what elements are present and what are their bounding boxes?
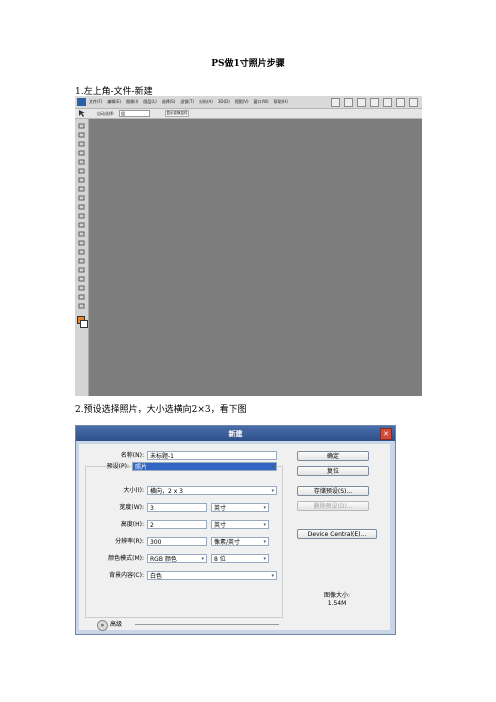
menu-filter[interactable]: 滤镜(T) bbox=[180, 98, 194, 106]
ps-top-right-icons bbox=[331, 98, 418, 107]
view-extras-icon[interactable] bbox=[344, 98, 353, 107]
menu-image[interactable]: 图像(I) bbox=[126, 98, 138, 106]
device-central-button[interactable]: Device Central(E)... bbox=[297, 529, 377, 539]
quick-select-tool-icon[interactable] bbox=[78, 150, 85, 156]
menu-help[interactable]: 帮助(H) bbox=[274, 98, 288, 106]
launch-bridge-icon[interactable] bbox=[331, 98, 340, 107]
color-mode-select[interactable]: RGB 颜色 bbox=[147, 554, 207, 564]
healing-brush-tool-icon[interactable] bbox=[78, 177, 85, 183]
dialog-body: 名称(N): 未标题-1 预设(P): 照片 大小(I): 横向，2 x 3 宽… bbox=[79, 444, 390, 631]
ps-canvas-area[interactable] bbox=[89, 119, 422, 396]
ps-toolbox bbox=[75, 119, 89, 396]
preset-label: 预设(P): bbox=[106, 463, 129, 470]
image-size-value: 1.54M bbox=[327, 600, 347, 607]
ps-logo-icon bbox=[77, 98, 86, 106]
step-2-text: 2.预设选择照片，大小选横向2×3，看下图 bbox=[75, 405, 247, 415]
menu-3d[interactable]: 3D(D) bbox=[218, 98, 230, 106]
height-unit-select[interactable]: 英寸 bbox=[211, 520, 269, 530]
auto-select-label: 自动选择: bbox=[97, 111, 115, 116]
ok-button[interactable]: 确定 bbox=[297, 451, 369, 461]
close-icon[interactable]: ✕ bbox=[380, 428, 392, 440]
ps-menu-bar: 文件(F) 编辑(E) 图像(I) 图层(L) 选择(S) 滤镜(T) 分析(A… bbox=[75, 96, 422, 109]
gradient-tool-icon[interactable] bbox=[78, 222, 85, 228]
name-label: 名称(N): bbox=[120, 452, 144, 459]
advanced-label: 高级 bbox=[110, 621, 123, 628]
ps-menu-list: 文件(F) 编辑(E) 图像(I) 图层(L) 选择(S) 滤镜(T) 分析(A… bbox=[89, 98, 288, 106]
height-input[interactable]: 2 bbox=[147, 520, 207, 529]
resolution-label: 分辨率(R): bbox=[115, 538, 144, 545]
type-tool-icon[interactable] bbox=[78, 258, 85, 264]
menu-edit[interactable]: 编辑(E) bbox=[107, 98, 121, 106]
move-tool-icon[interactable] bbox=[78, 123, 85, 129]
size-label: 大小(I): bbox=[123, 487, 144, 494]
height-label: 高度(H): bbox=[120, 521, 144, 528]
image-size-label: 图像大小: bbox=[323, 592, 351, 599]
background-color-swatch[interactable] bbox=[80, 320, 88, 328]
auto-select-dropdown[interactable]: 组 bbox=[119, 110, 150, 117]
ps-options-bar: 自动选择: 组 显示变换控件 bbox=[75, 109, 422, 119]
name-input[interactable]: 未标题-1 bbox=[147, 451, 277, 460]
advanced-divider bbox=[135, 624, 279, 625]
menu-layer[interactable]: 图层(L) bbox=[143, 98, 156, 106]
crop-tool-icon[interactable] bbox=[78, 159, 85, 165]
bit-depth-select[interactable]: 8 位 bbox=[211, 554, 269, 564]
photoshop-screenshot: 文件(F) 编辑(E) 图像(I) 图层(L) 选择(S) 滤镜(T) 分析(A… bbox=[75, 96, 422, 396]
move-tool-preset-icon[interactable] bbox=[78, 110, 85, 117]
blur-tool-icon[interactable] bbox=[78, 231, 85, 237]
lasso-tool-icon[interactable] bbox=[78, 141, 85, 147]
pen-tool-icon[interactable] bbox=[78, 249, 85, 255]
background-contents-select[interactable]: 白色 bbox=[147, 571, 277, 581]
width-label: 宽度(W): bbox=[119, 504, 144, 511]
size-select[interactable]: 横向，2 x 3 bbox=[147, 486, 277, 496]
zoom-tool-icon[interactable] bbox=[78, 303, 85, 309]
document-title: PS做1寸照片步骤 bbox=[211, 59, 285, 69]
width-input[interactable]: 3 bbox=[147, 503, 207, 512]
resolution-unit-select[interactable]: 像素/英寸 bbox=[211, 537, 269, 547]
save-preset-button[interactable]: 存储预设(S)... bbox=[297, 486, 369, 496]
menu-view[interactable]: 视图(V) bbox=[235, 98, 249, 106]
dialog-titlebar: 新建 ✕ bbox=[76, 426, 395, 441]
new-document-dialog: 新建 ✕ 名称(N): 未标题-1 预设(P): 照片 大小(I): 横向，2 … bbox=[75, 425, 396, 635]
menu-window[interactable]: 窗口(W) bbox=[254, 98, 269, 106]
resolution-input[interactable]: 300 bbox=[147, 537, 207, 546]
rotate-view-icon[interactable] bbox=[383, 98, 392, 107]
clone-stamp-tool-icon[interactable] bbox=[78, 195, 85, 201]
hand-tool-icon[interactable] bbox=[78, 294, 85, 300]
eyedropper-tool-icon[interactable] bbox=[78, 168, 85, 174]
marquee-tool-icon[interactable] bbox=[78, 132, 85, 138]
reset-button[interactable]: 复位 bbox=[297, 466, 369, 476]
dodge-tool-icon[interactable] bbox=[78, 240, 85, 246]
delete-preset-button[interactable]: 删除预设(D)... bbox=[297, 501, 369, 511]
zoom-level-icon[interactable] bbox=[357, 98, 366, 107]
3d-rotate-tool-icon[interactable] bbox=[78, 285, 85, 291]
advanced-expand-icon[interactable]: » bbox=[97, 620, 108, 631]
arrange-documents-icon[interactable] bbox=[396, 98, 405, 107]
background-contents-label: 背景内容(C): bbox=[109, 572, 144, 579]
brush-tool-icon[interactable] bbox=[78, 186, 85, 192]
color-mode-label: 颜色模式(M): bbox=[108, 555, 144, 562]
eraser-tool-icon[interactable] bbox=[78, 213, 85, 219]
path-select-tool-icon[interactable] bbox=[78, 267, 85, 273]
history-brush-tool-icon[interactable] bbox=[78, 204, 85, 210]
menu-analysis[interactable]: 分析(A) bbox=[199, 98, 213, 106]
show-transform-controls-checkbox[interactable]: 显示变换控件 bbox=[165, 110, 189, 117]
preset-select[interactable]: 照片 bbox=[132, 462, 277, 472]
hand-icon[interactable] bbox=[370, 98, 379, 107]
width-unit-select[interactable]: 英寸 bbox=[211, 503, 269, 513]
screen-mode-icon[interactable] bbox=[409, 98, 418, 107]
menu-select[interactable]: 选择(S) bbox=[162, 98, 176, 106]
dialog-title: 新建 bbox=[228, 430, 243, 438]
shape-tool-icon[interactable] bbox=[78, 276, 85, 282]
menu-file[interactable]: 文件(F) bbox=[89, 98, 102, 106]
